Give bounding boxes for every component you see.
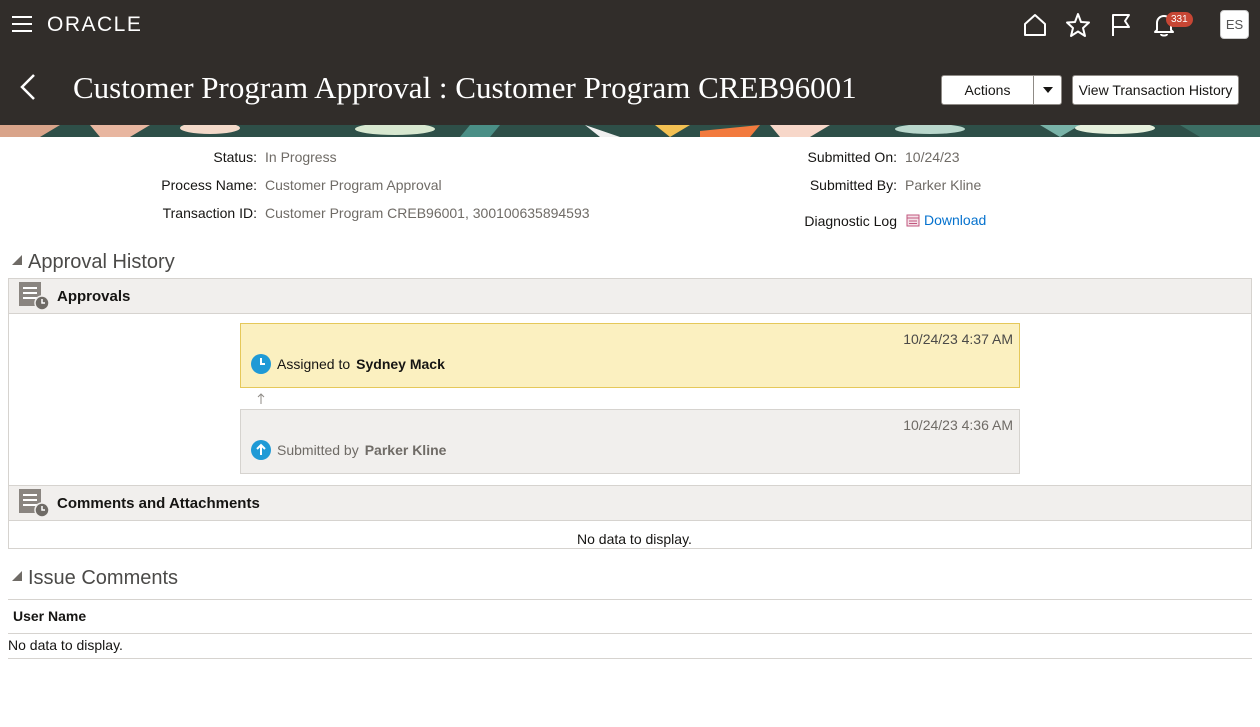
approval-entry-card: 10/24/23 4:37 AM Assigned to Sydney Mack [240, 323, 1020, 388]
comments-empty-message: No data to display. [577, 531, 692, 547]
oracle-logo[interactable]: ORACLE [47, 13, 142, 37]
user-avatar[interactable]: ES [1220, 10, 1249, 39]
download-link-label[interactable]: Download [924, 212, 986, 228]
approval-entry-card: 10/24/23 4:36 AM Submitted by Parker Kli… [240, 409, 1020, 474]
page-title-bar: Customer Program Approval : Customer Pro… [0, 50, 1260, 125]
navigator-menu-icon[interactable] [12, 16, 32, 32]
issue-comments-toggle[interactable]: Issue Comments [12, 567, 178, 590]
global-header: ORACLE 331 ES [0, 0, 1260, 50]
list-history-icon [19, 282, 50, 311]
process-name-value: Customer Program Approval [265, 177, 442, 193]
submitted-on-value: 10/24/23 [905, 149, 960, 165]
back-chevron-icon[interactable] [18, 72, 38, 102]
approval-history-title: Approval History [28, 251, 175, 273]
entry-action-text: Assigned to [277, 356, 351, 372]
issue-comments-title: Issue Comments [28, 567, 179, 589]
entry-assignee-name: Sydney Mack [356, 356, 445, 372]
issue-comments-empty-message: No data to display. [8, 637, 123, 653]
favorites-star-icon[interactable] [1065, 12, 1091, 38]
diagnostic-log-label: Diagnostic Log [804, 213, 897, 229]
submitted-on-label: Submitted On: [807, 149, 898, 165]
entry-timestamp: 10/24/23 4:37 AM [903, 331, 1013, 347]
column-header-user-name[interactable]: User Name [13, 608, 86, 624]
collapse-triangle-icon [12, 570, 22, 581]
actions-menu-button[interactable]: Actions [941, 75, 1062, 105]
notification-count-badge: 331 [1166, 12, 1193, 27]
entry-submitter-name: Parker Kline [364, 442, 447, 458]
comments-attachments-header: Comments and Attachments [8, 485, 1252, 521]
actions-dropdown-toggle[interactable] [1034, 76, 1061, 104]
log-file-icon [906, 214, 920, 227]
submitted-by-label: Submitted By: [809, 177, 897, 193]
submitted-by-value: Parker Kline [905, 177, 982, 193]
submitted-arrow-icon [251, 440, 271, 460]
approvals-title: Approvals [57, 287, 131, 305]
collapse-triangle-icon [12, 254, 22, 265]
list-history-icon [19, 489, 50, 518]
pending-clock-icon [251, 354, 271, 374]
approval-history-toggle[interactable]: Approval History [12, 251, 175, 274]
watchlist-flag-icon[interactable] [1108, 12, 1134, 38]
divider [8, 599, 1252, 600]
entry-timestamp: 10/24/23 4:36 AM [903, 417, 1013, 433]
decorative-banner [0, 125, 1260, 137]
page-title: Customer Program Approval : Customer Pro… [73, 70, 857, 105]
transaction-id-label: Transaction ID: [162, 205, 257, 221]
entry-action-text: Submitted by [277, 442, 359, 458]
caret-down-icon [1042, 87, 1053, 93]
actions-button-label[interactable]: Actions [942, 76, 1034, 104]
diagnostic-log-download-link[interactable]: Download [906, 212, 986, 228]
divider [8, 658, 1252, 659]
approvals-header: Approvals [8, 278, 1252, 314]
status-label: Status: [213, 149, 257, 165]
status-value: In Progress [265, 149, 337, 165]
comments-attachments-title: Comments and Attachments [57, 494, 260, 512]
divider [8, 633, 1252, 634]
view-transaction-history-button[interactable]: View Transaction History [1072, 75, 1239, 105]
timeline-arrow-icon [257, 393, 265, 404]
home-icon[interactable] [1022, 12, 1048, 38]
process-name-label: Process Name: [161, 177, 257, 193]
transaction-id-value: Customer Program CREB96001, 300100635894… [265, 205, 590, 221]
